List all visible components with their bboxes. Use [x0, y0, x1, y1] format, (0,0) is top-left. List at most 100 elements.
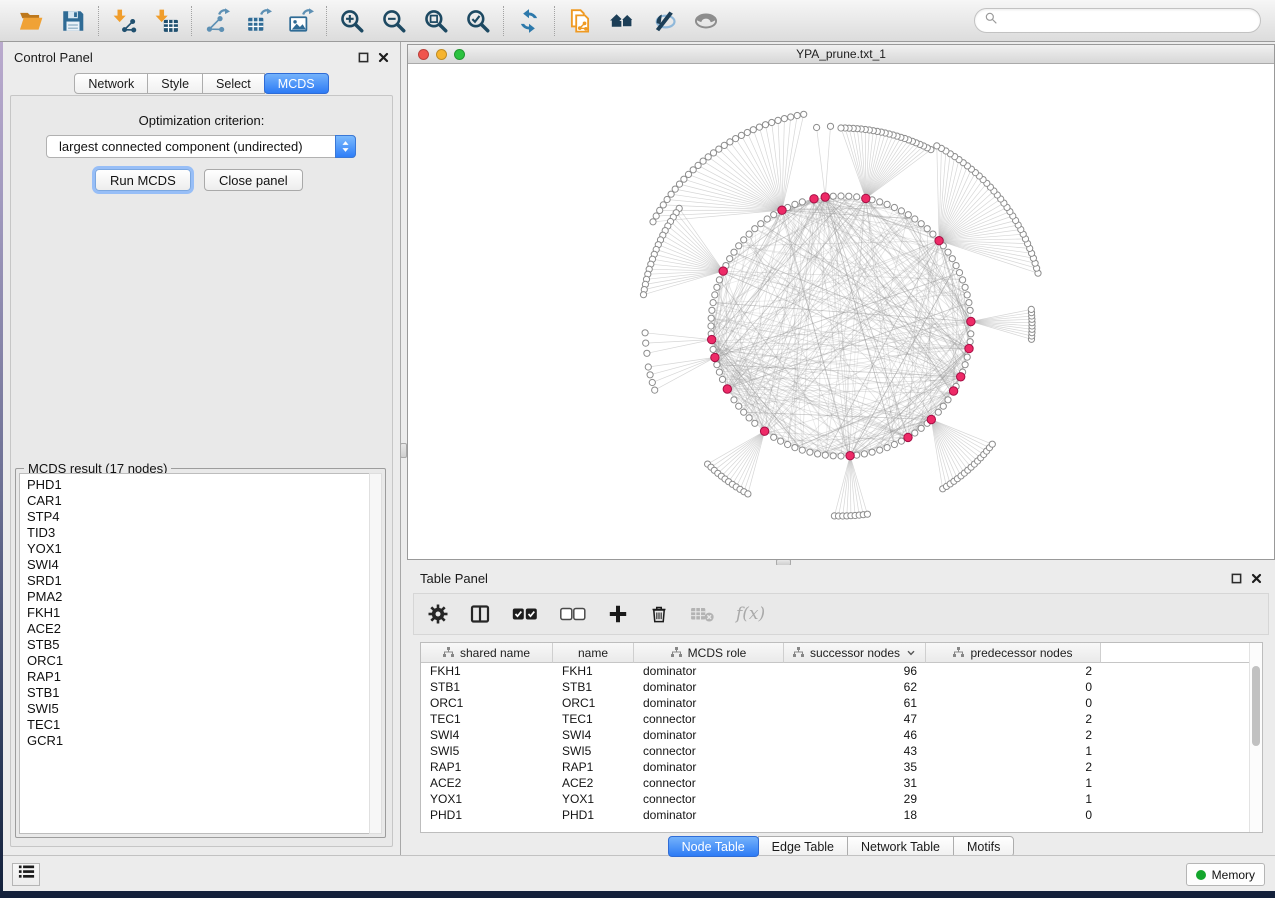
network-node[interactable]: [741, 409, 747, 415]
mcds-result-item[interactable]: RAP1: [27, 669, 381, 685]
minimize-window-button[interactable]: [436, 49, 447, 60]
mcds-hub-node[interactable]: [927, 415, 935, 423]
table-row[interactable]: SWI4SWI4dominator462: [421, 727, 1249, 743]
network-node[interactable]: [945, 397, 951, 403]
mcds-hub-node[interactable]: [935, 237, 943, 245]
network-node[interactable]: [884, 201, 890, 207]
network-node[interactable]: [830, 453, 836, 459]
network-node[interactable]: [769, 119, 775, 125]
network-node[interactable]: [846, 193, 852, 199]
export-image-icon[interactable]: [286, 6, 316, 36]
network-node[interactable]: [750, 127, 756, 133]
network-node[interactable]: [884, 445, 890, 451]
close-window-button[interactable]: [418, 49, 429, 60]
network-node[interactable]: [918, 425, 924, 431]
network-node[interactable]: [838, 125, 844, 131]
mcds-result-scrollbar[interactable]: [369, 473, 382, 834]
network-node[interactable]: [727, 256, 733, 262]
network-node[interactable]: [930, 231, 936, 237]
tab-motifs[interactable]: Motifs: [953, 836, 1014, 857]
mcds-hub-node[interactable]: [821, 193, 829, 201]
mcds-hub-node[interactable]: [708, 335, 716, 343]
network-node[interactable]: [918, 221, 924, 227]
network-node[interactable]: [758, 221, 764, 227]
network-node[interactable]: [714, 362, 720, 368]
mcds-result-item[interactable]: STP4: [27, 509, 381, 525]
tab-node-table[interactable]: Node Table: [668, 836, 759, 857]
save-session-icon[interactable]: [58, 6, 88, 36]
column-header-name[interactable]: name: [553, 643, 634, 663]
open-session-icon[interactable]: [16, 6, 46, 36]
export-table-icon[interactable]: [244, 6, 274, 36]
network-node[interactable]: [709, 307, 715, 313]
network-node[interactable]: [745, 491, 751, 497]
network-node[interactable]: [721, 142, 727, 148]
select-all-icon[interactable]: [512, 604, 538, 624]
network-node[interactable]: [827, 123, 833, 129]
network-node[interactable]: [794, 112, 800, 118]
network-node[interactable]: [738, 132, 744, 138]
run-mcds-button[interactable]: Run MCDS: [95, 169, 191, 191]
network-node[interactable]: [838, 193, 844, 199]
mcds-result-item[interactable]: FKH1: [27, 605, 381, 621]
network-node[interactable]: [664, 196, 670, 202]
network-node[interactable]: [861, 451, 867, 457]
tab-network-table[interactable]: Network Table: [847, 836, 954, 857]
mcds-hub-node[interactable]: [957, 373, 965, 381]
table-row[interactable]: PHD1PHD1dominator180: [421, 807, 1249, 823]
add-row-icon[interactable]: [608, 604, 628, 624]
network-node[interactable]: [647, 372, 653, 378]
network-node[interactable]: [733, 136, 739, 142]
network-node[interactable]: [781, 116, 787, 122]
mcds-result-item[interactable]: YOX1: [27, 541, 381, 557]
network-node[interactable]: [799, 199, 805, 205]
network-node[interactable]: [799, 447, 805, 453]
close-panel-button[interactable]: Close panel: [204, 169, 303, 191]
column-header-shared_name[interactable]: shared name: [421, 643, 553, 663]
tab-network[interactable]: Network: [74, 73, 148, 94]
network-node[interactable]: [746, 231, 752, 237]
network-node[interactable]: [741, 237, 747, 243]
network-node[interactable]: [934, 143, 940, 149]
network-node[interactable]: [960, 277, 966, 283]
network-node[interactable]: [801, 111, 807, 117]
network-node[interactable]: [864, 511, 870, 517]
network-node[interactable]: [708, 315, 714, 321]
table-row[interactable]: ACE2ACE2connector311: [421, 775, 1249, 791]
network-node[interactable]: [966, 300, 972, 306]
network-node[interactable]: [719, 376, 725, 382]
network-node[interactable]: [814, 124, 820, 130]
mcds-result-item[interactable]: SWI4: [27, 557, 381, 573]
table-row[interactable]: TEC1TEC1connector472: [421, 711, 1249, 727]
network-node[interactable]: [650, 219, 656, 225]
network-node[interactable]: [912, 216, 918, 222]
mcds-hub-node[interactable]: [778, 206, 786, 214]
import-network-icon[interactable]: [109, 6, 139, 36]
network-node[interactable]: [967, 339, 973, 345]
network-node[interactable]: [744, 129, 750, 135]
network-node[interactable]: [898, 208, 904, 214]
network-node[interactable]: [956, 270, 962, 276]
mcds-hub-node[interactable]: [967, 317, 975, 325]
network-node[interactable]: [708, 323, 714, 329]
tab-style[interactable]: Style: [147, 73, 203, 94]
float-window-icon[interactable]: [358, 52, 369, 63]
network-node[interactable]: [935, 409, 941, 415]
zoom-out-icon[interactable]: [379, 6, 409, 36]
network-node[interactable]: [945, 249, 951, 255]
network-node[interactable]: [1028, 306, 1034, 312]
mcds-hub-node[interactable]: [810, 195, 818, 203]
table-row[interactable]: RAP1RAP1dominator352: [421, 759, 1249, 775]
hide-graphics-details-icon[interactable]: [649, 6, 679, 36]
network-node[interactable]: [912, 430, 918, 436]
tab-select[interactable]: Select: [202, 73, 265, 94]
mcds-result-item[interactable]: ORC1: [27, 653, 381, 669]
network-node[interactable]: [771, 434, 777, 440]
network-node[interactable]: [660, 202, 666, 208]
mcds-hub-node[interactable]: [711, 353, 719, 361]
table-row[interactable]: SWI5SWI5connector431: [421, 743, 1249, 759]
network-node[interactable]: [822, 452, 828, 458]
network-node[interactable]: [877, 447, 883, 453]
network-node[interactable]: [710, 300, 716, 306]
network-canvas[interactable]: [408, 64, 1274, 559]
